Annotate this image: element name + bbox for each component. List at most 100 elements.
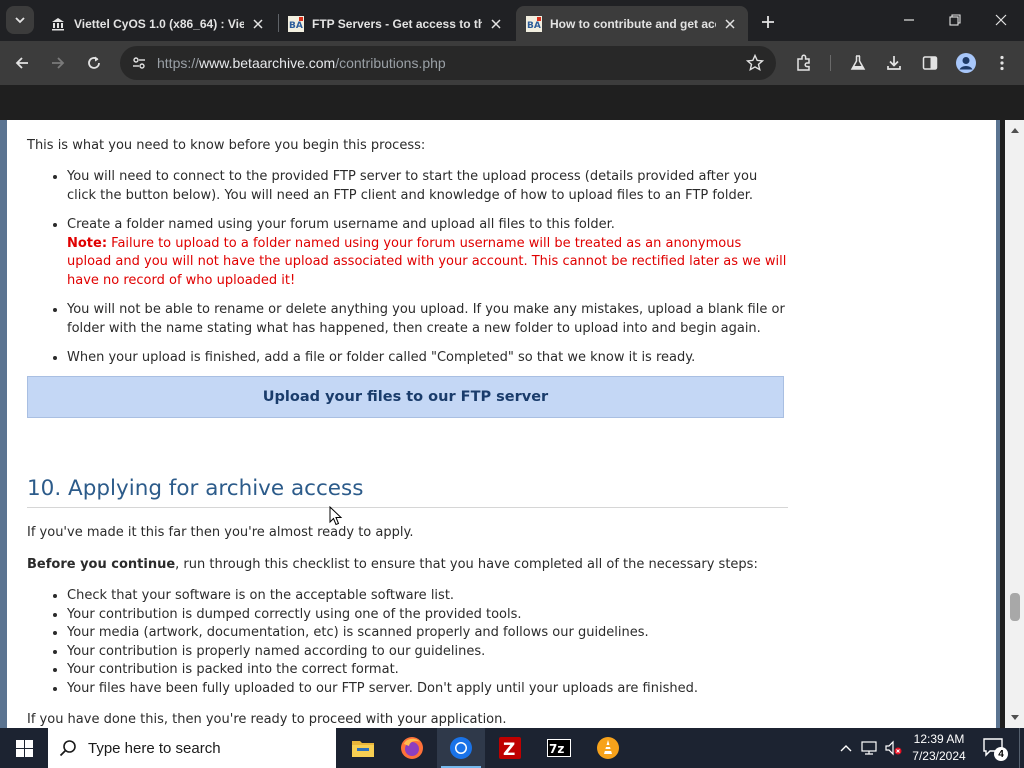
step-text: You will need to connect to the provided… [67, 169, 758, 203]
notification-center-button[interactable]: 4 [982, 736, 1008, 761]
scroll-down-arrow-icon[interactable] [1005, 710, 1024, 726]
chrome-icon [450, 737, 472, 759]
7zip-icon: 7z [547, 739, 571, 757]
intro-text: This is what you need to know before you… [27, 138, 426, 153]
bank-icon [50, 16, 66, 32]
url-path: /contributions.php [335, 55, 446, 71]
page-body: This is what you need to know before you… [0, 120, 1000, 728]
browser-toolbar: https://www.betaarchive.com/contribution… [0, 41, 1024, 85]
scrollbar-thumb[interactable] [1010, 593, 1020, 621]
close-window-button[interactable] [978, 0, 1024, 40]
page-viewport: This is what you need to know before you… [0, 120, 1024, 728]
labs-flask-icon[interactable] [846, 51, 870, 75]
clock-date: 7/23/2024 [912, 749, 966, 763]
page-scrollbar[interactable] [1005, 120, 1024, 728]
list-item: Your contribution is dumped correctly us… [67, 606, 787, 625]
profile-avatar-icon[interactable] [954, 51, 978, 75]
before-continue-rest: , run through this checklist to ensure t… [175, 557, 758, 572]
show-desktop-button[interactable] [1019, 728, 1024, 768]
svg-text:BA: BA [289, 21, 303, 31]
minimize-icon [904, 19, 914, 21]
taskbar-chrome[interactable] [437, 728, 485, 768]
tab-title: Viettel CyOS 1.0 (x86_64) : Viet [74, 16, 244, 31]
tab-viettel[interactable]: Viettel CyOS 1.0 (x86_64) : Viet [40, 6, 276, 41]
note-label: Note: [67, 235, 108, 251]
close-icon[interactable] [250, 16, 266, 32]
taskbar-7zip[interactable]: 7z [535, 728, 583, 768]
system-clock[interactable]: 12:39 AM 7/23/2024 [906, 731, 972, 765]
filezilla-icon: Z [499, 737, 521, 760]
taskbar-search-box[interactable]: Type here to search [48, 728, 336, 768]
list-item: Your files have been fully uploaded to o… [67, 680, 787, 699]
svg-text:BA: BA [527, 21, 541, 31]
plus-icon [762, 16, 774, 28]
close-icon[interactable] [488, 16, 504, 32]
list-item: Create a folder named using your forum u… [67, 216, 787, 290]
minimize-button[interactable] [886, 0, 932, 40]
taskbar-firefox[interactable] [388, 728, 436, 768]
folder-icon [352, 741, 374, 757]
volume-muted-icon[interactable] [882, 728, 904, 768]
list-item: When your upload is finished, add a file… [67, 349, 787, 368]
notification-count-badge: 4 [994, 747, 1008, 761]
list-item: Check that your software is on the accep… [67, 587, 787, 606]
upload-ftp-button[interactable]: Upload your files to our FTP server [27, 376, 784, 418]
toolbar-divider [830, 55, 831, 71]
section-heading: 10. Applying for archive access [27, 478, 788, 508]
search-placeholder: Type here to search [88, 739, 221, 757]
tab-ftp-servers[interactable]: BA FTP Servers - Get access to the [278, 6, 514, 41]
taskbar-vlc[interactable] [584, 728, 632, 768]
restore-button[interactable] [932, 0, 978, 40]
taskbar-file-explorer[interactable] [339, 728, 387, 768]
betaarchive-logo-icon: BA [526, 15, 542, 32]
back-button[interactable] [8, 49, 36, 77]
checklist: Check that your software is on the accep… [47, 587, 787, 698]
tab-how-to-contribute[interactable]: BA How to contribute and get acce [516, 6, 748, 41]
vlc-icon [597, 737, 619, 759]
tab-title: FTP Servers - Get access to the [312, 16, 482, 31]
chevron-down-icon [15, 17, 25, 24]
tray-overflow-button[interactable] [836, 728, 856, 768]
clock-time: 12:39 AM [913, 732, 965, 746]
tab-title: How to contribute and get acce [550, 16, 716, 31]
menu-kebab-icon[interactable] [990, 51, 1014, 75]
windows-taskbar: Type here to search Z 7z 12:39 AM 7/23/2… [0, 728, 1024, 768]
note-text: Failure to upload to a folder named usin… [67, 235, 787, 288]
betaarchive-logo-icon: BA [288, 15, 304, 32]
before-continue-text: Before you continue, run through this ch… [27, 556, 758, 575]
forward-button[interactable] [44, 49, 72, 77]
network-icon[interactable] [858, 728, 880, 768]
step-text: Create a folder named using your forum u… [67, 217, 615, 232]
apply-text: If you've made it this far then you're a… [27, 525, 414, 540]
url-text: https://www.betaarchive.com/contribution… [157, 55, 446, 71]
tab-search-button[interactable] [6, 6, 34, 34]
reload-icon [88, 56, 100, 69]
url-scheme: https:// [157, 55, 200, 71]
start-button[interactable] [0, 728, 48, 768]
address-bar[interactable]: https://www.betaarchive.com/contribution… [120, 46, 776, 80]
close-icon [995, 14, 1007, 26]
close-icon[interactable] [722, 16, 738, 32]
extensions-icon[interactable] [792, 51, 816, 75]
proceed-text: If you have done this, then you're ready… [27, 712, 507, 727]
before-continue-bold: Before you continue [27, 557, 176, 572]
list-item: Your media (artwork, documentation, etc)… [67, 624, 787, 643]
chevron-up-icon [840, 745, 852, 752]
list-item: You will not be able to rename or delete… [67, 301, 787, 338]
search-icon [48, 739, 88, 757]
taskbar-filezilla[interactable]: Z [486, 728, 534, 768]
scroll-up-arrow-icon[interactable] [1005, 122, 1024, 138]
step-text: You will not be able to rename or delete… [67, 302, 785, 336]
firefox-icon [401, 737, 423, 759]
side-panel-icon[interactable] [918, 51, 942, 75]
list-item: Your contribution is properly named acco… [67, 643, 787, 662]
url-host: www.betaarchive.com [199, 55, 336, 71]
download-icon[interactable] [882, 51, 906, 75]
site-info-icon[interactable] [124, 55, 154, 71]
bookmark-star-icon[interactable] [745, 53, 765, 76]
upload-steps-list: You will need to connect to the provided… [47, 168, 787, 379]
new-tab-button[interactable] [756, 10, 780, 34]
reload-button[interactable] [80, 49, 108, 77]
restore-icon [949, 14, 961, 26]
mouse-cursor-icon [329, 506, 343, 526]
